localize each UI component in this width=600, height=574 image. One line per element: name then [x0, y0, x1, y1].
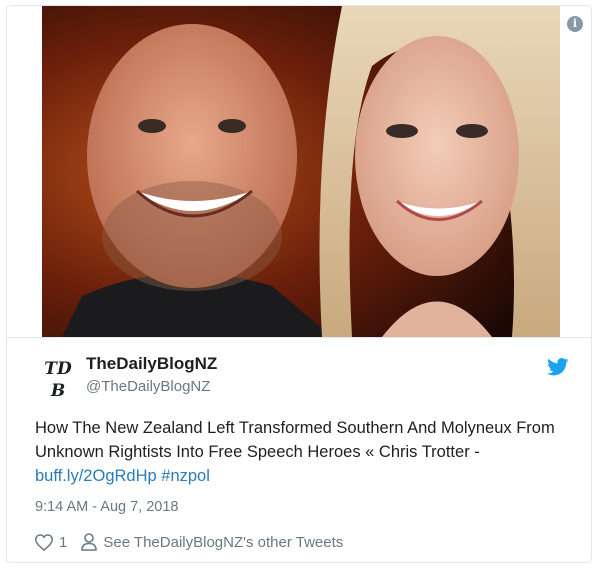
- avatar-monogram-bottom: B: [50, 381, 65, 400]
- avatar-monogram-top: TD: [44, 359, 72, 379]
- tweet-timestamp[interactable]: 9:14 AM - Aug 7, 2018: [35, 499, 179, 515]
- twitter-bird-icon[interactable]: [547, 358, 569, 376]
- media-photo: [42, 6, 560, 337]
- info-icon[interactable]: i: [567, 16, 583, 32]
- heart-icon[interactable]: [35, 533, 53, 551]
- tweet-actions: 1 See TheDailyBlogNZ's other Tweets: [35, 533, 343, 551]
- tweet-text: How The New Zealand Left Transformed Sou…: [35, 416, 575, 488]
- tweet-link[interactable]: buff.ly/2OgRdHp: [35, 467, 157, 485]
- author-handle[interactable]: @TheDailyBlogNZ: [86, 378, 210, 395]
- see-other-tweets-link[interactable]: See TheDailyBlogNZ's other Tweets: [103, 534, 343, 551]
- tweet-body: How The New Zealand Left Transformed Sou…: [35, 419, 555, 461]
- like-count[interactable]: 1: [59, 534, 67, 551]
- embedded-tweet-card: i TD B TheDailyBlogNZ @TheDailyBlogNZ Ho…: [6, 5, 592, 563]
- avatar[interactable]: TD B: [35, 354, 81, 400]
- tweet-media-image[interactable]: [42, 6, 560, 337]
- person-icon: [81, 533, 98, 551]
- author-display-name[interactable]: TheDailyBlogNZ: [86, 354, 217, 374]
- media-divider: [7, 337, 591, 338]
- tweet-hashtag[interactable]: #nzpol: [161, 467, 210, 485]
